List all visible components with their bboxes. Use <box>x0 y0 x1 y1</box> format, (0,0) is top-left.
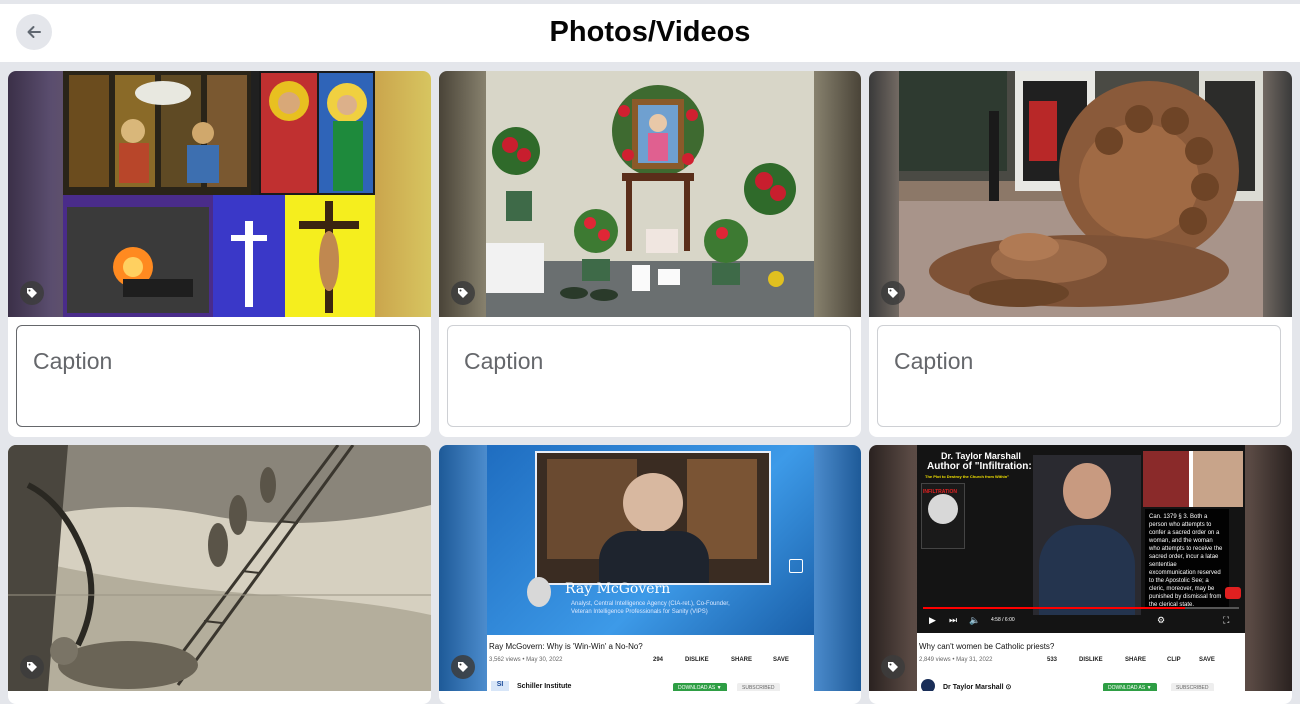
fullscreen-icon[interactable]: ⛶ <box>1223 615 1229 626</box>
book-title: INFILTRATION <box>923 489 957 495</box>
tag-people-button[interactable] <box>451 281 475 305</box>
tag-people-button[interactable] <box>20 281 44 305</box>
caption-input[interactable]: Caption <box>447 325 851 427</box>
photo-thumbnail[interactable] <box>869 71 1292 317</box>
caption-placeholder: Caption <box>894 348 974 374</box>
media-card-5: Ray McGovern Analyst, Central Intelligen… <box>439 445 861 704</box>
like-count: 294 <box>653 657 664 663</box>
settings-icon[interactable]: ⚙ <box>1157 615 1165 626</box>
channel-avatar <box>921 679 935 691</box>
media-card-4 <box>8 445 431 704</box>
media-card-2: Caption <box>439 71 861 437</box>
playback-progress <box>923 607 1186 609</box>
tag-people-button[interactable] <box>451 655 475 679</box>
channel-name: Schiller Institute <box>517 683 572 690</box>
subscribed-label: SUBSCRIBED <box>1171 683 1214 691</box>
clip-label: CLIP <box>1167 657 1181 663</box>
photo-thumbnail[interactable] <box>8 445 431 691</box>
save-label: SAVE <box>1199 657 1215 663</box>
video-meta: 2,849 views • May 31, 2022 <box>919 657 993 663</box>
tag-icon <box>458 662 468 672</box>
caption-placeholder: Caption <box>464 348 544 374</box>
video-overlay-name: Ray McGovern <box>565 581 671 597</box>
share-label: SHARE <box>731 657 753 663</box>
time-display: 4:58 / 6:00 <box>991 617 1015 623</box>
next-icon[interactable]: ⏭ <box>949 615 957 626</box>
caption-placeholder: Caption <box>33 348 113 374</box>
photo-thumbnail[interactable]: Ray McGovern Analyst, Central Intelligen… <box>439 445 861 691</box>
video-overlay-subtitle: Analyst, Central Intelligence Agency (CI… <box>571 601 730 607</box>
overlay-author-line: Author of "Infiltration: <box>927 461 1032 472</box>
youtube-icon <box>1225 587 1241 599</box>
channel-avatar: SI <box>491 681 509 691</box>
download-button-label: DOWNLOAD AS ▼ <box>673 683 727 691</box>
like-count: 533 <box>1047 657 1058 663</box>
photo-thumbnail[interactable] <box>8 71 431 317</box>
overlay-name: Dr. Taylor Marshall <box>941 451 1021 461</box>
tag-people-button[interactable] <box>881 281 905 305</box>
dislike-label: DISLIKE <box>1079 657 1103 663</box>
tag-icon <box>458 288 468 298</box>
overlay-book-subtitle: The Plot to Destroy the Church from With… <box>925 474 1010 479</box>
video-title: Ray McGovern: Why is 'Win-Win' a No-No? <box>489 642 643 651</box>
dislike-label: DISLIKE <box>685 657 709 663</box>
tag-icon <box>888 288 898 298</box>
subscribed-label: SUBSCRIBED <box>737 683 780 691</box>
video-title: Why can't women be Catholic priests? <box>919 642 1055 651</box>
channel-name: Dr Taylor Marshall ⊙ <box>943 684 1012 691</box>
photo-thumbnail[interactable]: Dr. Taylor Marshall Author of "Infiltrat… <box>869 445 1292 691</box>
page-title: Photos/Videos <box>549 16 751 48</box>
dialog-header: Photos/Videos <box>0 4 1300 62</box>
photo-thumbnail[interactable] <box>439 71 861 317</box>
tag-people-button[interactable] <box>881 655 905 679</box>
tag-icon <box>888 662 898 672</box>
save-label: SAVE <box>773 657 789 663</box>
media-card-3: Caption <box>869 71 1292 437</box>
caption-input[interactable]: Caption <box>16 325 420 427</box>
download-button-label: DOWNLOAD AS ▼ <box>1103 683 1157 691</box>
volume-icon[interactable]: 🔈 <box>969 615 980 626</box>
tag-icon <box>27 662 37 672</box>
media-card-6: Dr. Taylor Marshall Author of "Infiltrat… <box>869 445 1292 704</box>
media-card-1: Caption <box>8 71 431 437</box>
video-meta: 3,562 views • May 30, 2022 <box>489 657 563 663</box>
tag-people-button[interactable] <box>20 655 44 679</box>
canon-law-text: Can. 1379 § 3. Both a person who attempt… <box>1149 514 1223 608</box>
video-overlay-subtitle: Veteran Intelligence Professionals for S… <box>571 609 708 615</box>
share-label: SHARE <box>1125 657 1147 663</box>
tag-icon <box>27 288 37 298</box>
caption-input[interactable]: Caption <box>877 325 1281 427</box>
play-icon[interactable]: ▶ <box>929 615 936 626</box>
